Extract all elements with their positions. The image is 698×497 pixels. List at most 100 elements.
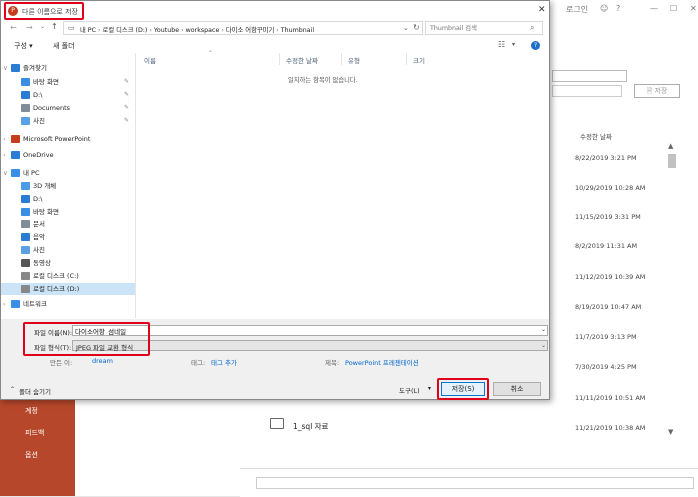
sort-up-icon: ⌃: [208, 50, 214, 57]
recent-dropdown-icon[interactable]: ⌄: [40, 23, 45, 30]
sidebar-item-options[interactable]: 옵션: [0, 444, 75, 466]
tree-item[interactable]: Documents ✎: [1, 102, 135, 114]
forward-arrow-icon[interactable]: →: [26, 23, 33, 32]
sidebar-item-account[interactable]: 계정: [0, 400, 75, 422]
tree-item[interactable]: 사진: [1, 244, 135, 256]
tools-button[interactable]: 도구(L): [399, 385, 420, 395]
pin-icon: ✎: [123, 117, 129, 124]
column-type[interactable]: 유형: [348, 55, 360, 65]
sidebar-item-feedback[interactable]: 피드백: [0, 422, 75, 444]
background-save-button[interactable]: 🗎 저장: [634, 84, 680, 98]
maximize-icon[interactable]: ☐: [670, 4, 677, 13]
background-search-box[interactable]: [552, 70, 627, 82]
tree-item[interactable]: ∨ 즐겨찾기: [1, 62, 135, 74]
new-folder-button[interactable]: 새 폴더: [53, 41, 75, 51]
highlight-filename: [23, 322, 150, 356]
hide-folders-button[interactable]: 폴더 숨기기: [19, 386, 51, 396]
tree-item-label: 음악: [33, 233, 45, 241]
background-column-modified: 수정한 날짜: [580, 133, 612, 141]
breadcrumb-item[interactable]: Thumbnail: [281, 27, 314, 34]
tree-item-label: 바탕 화면: [33, 208, 59, 216]
chevron-down-icon[interactable]: ⌄: [541, 326, 546, 333]
tree-item[interactable]: D:\ ✎: [1, 89, 135, 101]
search-input[interactable]: [428, 23, 532, 33]
tree-item-label: 사진: [33, 246, 45, 254]
chevron-right-icon[interactable]: ›: [3, 298, 6, 310]
login-link[interactable]: 로그인: [566, 4, 588, 15]
tags-value[interactable]: 태그 추가: [211, 357, 237, 367]
breadcrumb-item[interactable]: 다이소 어항꾸미기: [226, 27, 274, 34]
close-icon[interactable]: ✕: [690, 4, 697, 13]
background-path-box[interactable]: [256, 477, 694, 489]
tree-item[interactable]: ∨ 내 PC: [1, 167, 135, 179]
column-size[interactable]: 크기: [413, 55, 425, 65]
document-icon: [21, 104, 30, 112]
search-box[interactable]: ⌕: [425, 21, 543, 35]
tree-item[interactable]: 동영상: [1, 257, 135, 269]
tree-item[interactable]: 문서: [1, 218, 135, 230]
column-divider[interactable]: [341, 53, 342, 65]
tree-item[interactable]: D:\: [1, 193, 135, 205]
tree-item-label: 바탕 화면: [33, 78, 59, 86]
tree-item[interactable]: 음악: [1, 231, 135, 243]
highlight-save: [437, 378, 489, 400]
tree-item[interactable]: 3D 개체: [1, 180, 135, 192]
breadcrumb-item[interactable]: Youtube: [154, 27, 179, 34]
column-divider[interactable]: [406, 53, 407, 65]
scroll-up-icon[interactable]: ▲: [668, 142, 673, 150]
chevron-right-icon[interactable]: ›: [3, 133, 6, 145]
column-modified[interactable]: 수정한 날짜: [286, 55, 318, 65]
background-date: 11/7/2019 3:13 PM: [575, 333, 637, 341]
scroll-down-icon[interactable]: ▼: [668, 428, 673, 436]
tree-item[interactable]: › OneDrive: [1, 149, 135, 161]
tree-item[interactable]: 로컬 디스크 (C:): [1, 270, 135, 282]
background-date: 11/12/2019 10:39 AM: [575, 273, 646, 281]
breadcrumb-item[interactable]: 로컬 디스크 (D:): [103, 27, 148, 34]
tree-item[interactable]: › Microsoft PowerPoint: [1, 133, 135, 145]
empty-message: 일치하는 항목이 없습니다.: [288, 77, 358, 84]
up-arrow-icon[interactable]: ↑: [51, 22, 58, 31]
cancel-button[interactable]: 취소: [493, 382, 541, 396]
breadcrumb[interactable]: ▭ 내 PC › 로컬 디스크 (D:) › Youtube › workspa…: [63, 21, 423, 35]
background-filename-box[interactable]: [552, 85, 622, 97]
chevron-up-icon[interactable]: ⌃: [10, 386, 15, 393]
tree-item[interactable]: 사진 ✎: [1, 115, 135, 127]
navigation-bar: ← → ⌄ ↑ ▭ 내 PC › 로컬 디스크 (D:) › Youtube ›…: [1, 19, 549, 39]
breadcrumb-item[interactable]: workspace: [186, 27, 220, 34]
refresh-icon[interactable]: ↻: [413, 23, 420, 32]
background-scrollbar[interactable]: ▲ ▼: [666, 140, 678, 440]
background-date: 11/21/2019 10:38 AM: [575, 424, 646, 432]
download-icon: [21, 91, 30, 99]
minimize-icon[interactable]: —: [650, 4, 658, 13]
breadcrumb-item[interactable]: 내 PC: [80, 27, 96, 34]
pc-icon: [11, 169, 20, 177]
help-icon[interactable]: ?: [531, 41, 540, 50]
back-arrow-icon[interactable]: ←: [10, 23, 17, 32]
author-value[interactable]: dream: [92, 357, 113, 365]
column-name[interactable]: 이름: [144, 55, 156, 65]
background-folder-name[interactable]: 1_sql 자료: [293, 421, 328, 432]
tree-item-label: D:\: [33, 195, 43, 203]
tree-item[interactable]: 바탕 화면 ✎: [1, 76, 135, 88]
tags-label: 태그:: [191, 359, 206, 367]
background-date: 10/29/2019 10:28 AM: [575, 184, 646, 192]
organize-button[interactable]: 구성 ▾: [14, 41, 33, 51]
search-icon[interactable]: ⌕: [530, 23, 534, 33]
smile-icon[interactable]: ☺: [600, 4, 608, 13]
help-icon[interactable]: ?: [616, 4, 620, 13]
close-icon[interactable]: ✕: [538, 5, 546, 15]
tree-item[interactable]: 바탕 화면: [1, 206, 135, 218]
tree-item-label: 동영상: [33, 259, 51, 267]
chevron-right-icon[interactable]: ›: [3, 149, 6, 161]
chevron-down-icon[interactable]: ∨: [3, 167, 8, 179]
chevron-down-icon[interactable]: ⌄: [403, 24, 409, 32]
tree-item[interactable]: › 네트워크: [1, 298, 135, 310]
tools-dropdown-icon[interactable]: ▾: [428, 385, 431, 392]
scroll-thumb[interactable]: [668, 154, 676, 168]
title-value[interactable]: PowerPoint 프레젠테이션: [345, 357, 419, 367]
chevron-down-icon[interactable]: ∨: [3, 62, 8, 74]
column-divider[interactable]: [279, 53, 280, 65]
tree-item[interactable]: 로컬 디스크 (D:): [1, 283, 135, 295]
view-dropdown-icon[interactable]: ▾: [512, 41, 515, 48]
view-options-icon[interactable]: ☷: [498, 40, 505, 49]
